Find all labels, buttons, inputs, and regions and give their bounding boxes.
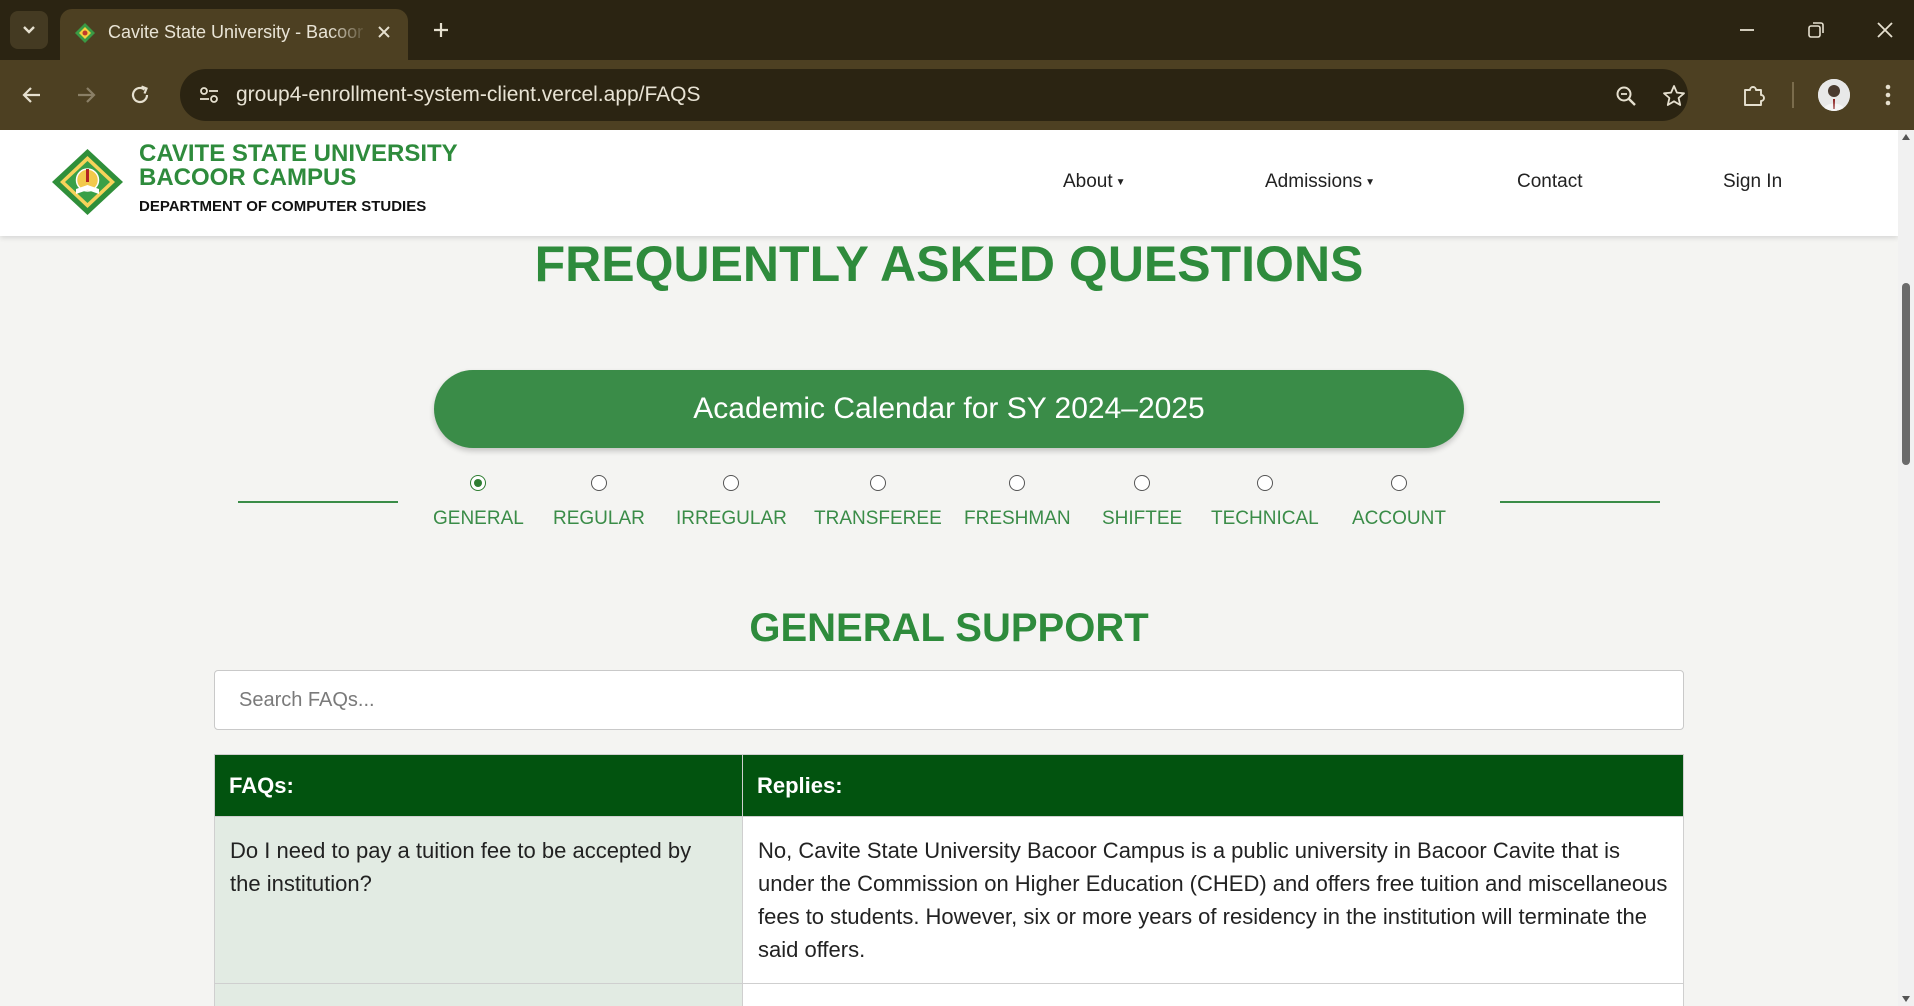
category-option-shiftee[interactable]: SHIFTEE bbox=[1102, 475, 1182, 530]
decorative-line-right bbox=[1500, 501, 1660, 503]
department-name: DEPARTMENT OF COMPUTER STUDIES bbox=[139, 198, 427, 215]
tab-search-button[interactable] bbox=[10, 11, 48, 49]
category-option-freshman[interactable]: FRESHMAN bbox=[964, 475, 1071, 530]
category-option-irregular[interactable]: IRREGULAR bbox=[676, 475, 787, 530]
tab-title: Cavite State University - Bacoor Campus bbox=[108, 22, 368, 42]
new-tab-button[interactable] bbox=[424, 13, 458, 47]
category-label: REGULAR bbox=[553, 508, 645, 529]
close-window-button[interactable] bbox=[1862, 8, 1908, 52]
page-title: FREQUENTLY ASKED QUESTIONS bbox=[534, 236, 1364, 292]
zoom-button[interactable] bbox=[1612, 82, 1640, 110]
scroll-up-arrow-icon[interactable] bbox=[1902, 134, 1910, 140]
category-radio[interactable] bbox=[590, 475, 607, 491]
category-label: GENERAL bbox=[433, 508, 524, 529]
restore-button[interactable] bbox=[1793, 8, 1839, 52]
university-logo[interactable] bbox=[50, 147, 125, 217]
faq-question: Do I need to pay a tuition fee to be acc… bbox=[214, 816, 743, 984]
nav-about[interactable]: About ▼ bbox=[1063, 171, 1126, 193]
puzzle-icon bbox=[1744, 86, 1765, 106]
faq-question-partial bbox=[214, 983, 743, 1006]
category-radio[interactable] bbox=[1390, 475, 1407, 491]
category-radio[interactable] bbox=[1134, 475, 1151, 491]
table-row: Do I need to pay a tuition fee to be acc… bbox=[214, 816, 1684, 984]
browser-tab-active[interactable]: Cavite State University - Bacoor Campus bbox=[60, 9, 408, 60]
arrow-right-icon bbox=[78, 87, 96, 103]
brand-name-line2: BACOOR CAMPUS bbox=[139, 164, 357, 191]
category-label: TRANSFEREE bbox=[814, 508, 942, 529]
faq-answer-partial bbox=[742, 983, 1684, 1006]
profile-picture-icon bbox=[1818, 79, 1850, 111]
nav-contact[interactable]: Contact bbox=[1517, 171, 1582, 193]
close-icon bbox=[1877, 22, 1893, 38]
category-label: SHIFTEE bbox=[1102, 508, 1183, 529]
table-row bbox=[214, 983, 1684, 1006]
category-label: TECHNICAL bbox=[1211, 508, 1319, 529]
reload-icon bbox=[131, 85, 149, 104]
nav-about-label: About bbox=[1063, 171, 1113, 192]
profile-avatar[interactable] bbox=[1818, 79, 1850, 111]
faq-search-input[interactable] bbox=[214, 670, 1684, 730]
chevron-down-icon bbox=[23, 26, 35, 34]
category-option-regular[interactable]: REGULAR bbox=[553, 475, 645, 530]
arrow-left-icon bbox=[22, 87, 40, 103]
site-info-button[interactable] bbox=[192, 78, 226, 112]
table-header-replies: Replies: bbox=[742, 754, 1684, 817]
scrollbar-thumb[interactable] bbox=[1902, 283, 1910, 465]
category-option-account[interactable]: ACCOUNT bbox=[1352, 475, 1446, 530]
category-radio[interactable] bbox=[470, 475, 487, 491]
category-option-transferee[interactable]: TRANSFEREE bbox=[814, 475, 942, 530]
toolbar-divider bbox=[1792, 82, 1794, 108]
academic-calendar-button[interactable]: Academic Calendar for SY 2024–2025 bbox=[434, 370, 1464, 448]
table-header-faqs: FAQs: bbox=[214, 754, 743, 817]
extensions-button[interactable] bbox=[1738, 79, 1770, 111]
url-text[interactable]: group4-enrollment-system-client.vercel.a… bbox=[236, 83, 701, 107]
nav-admissions[interactable]: Admissions ▼ bbox=[1265, 171, 1375, 193]
site-header: CAVITE STATE UNIVERSITY BACOOR CAMPUS DE… bbox=[0, 130, 1898, 236]
nav-admissions-label: Admissions bbox=[1265, 171, 1363, 192]
table-header-row: FAQs: Replies: bbox=[214, 754, 1684, 817]
star-icon bbox=[1663, 85, 1685, 106]
scroll-down-arrow-icon[interactable] bbox=[1902, 996, 1910, 1002]
section-title: GENERAL SUPPORT bbox=[749, 606, 1149, 650]
browser-menu-button[interactable] bbox=[1872, 79, 1904, 111]
browser-tab-strip: Cavite State University - Bacoor Campus bbox=[0, 0, 1914, 60]
zoom-icon bbox=[1616, 86, 1636, 106]
browser-toolbar: group4-enrollment-system-client.vercel.a… bbox=[0, 60, 1914, 130]
faq-table: FAQs: Replies: Do I need to pay a tuitio… bbox=[214, 754, 1684, 1006]
brand-name-line1: CAVITE STATE UNIVERSITY bbox=[139, 140, 458, 167]
page-scrollbar[interactable] bbox=[1898, 130, 1914, 1006]
faq-answer: No, Cavite State University Bacoor Campu… bbox=[742, 816, 1684, 984]
nav-sign-in[interactable]: Sign In bbox=[1723, 171, 1782, 193]
tune-icon bbox=[200, 87, 218, 103]
forward-button[interactable] bbox=[68, 77, 104, 113]
category-option-general[interactable]: GENERAL bbox=[433, 475, 524, 530]
tab-close-button[interactable] bbox=[372, 20, 396, 44]
caret-down-icon: ▼ bbox=[1365, 177, 1376, 188]
cvsu-favicon-icon bbox=[75, 23, 95, 43]
kebab-menu-icon bbox=[1885, 84, 1891, 106]
category-radio[interactable] bbox=[1009, 475, 1026, 491]
address-bar[interactable]: group4-enrollment-system-client.vercel.a… bbox=[180, 69, 1688, 121]
close-icon bbox=[378, 26, 390, 38]
category-label: FRESHMAN bbox=[964, 508, 1071, 529]
category-radio[interactable] bbox=[1256, 475, 1273, 491]
category-label: IRREGULAR bbox=[676, 508, 787, 529]
reload-button[interactable] bbox=[122, 77, 158, 113]
page-viewport: CAVITE STATE UNIVERSITY BACOOR CAMPUS DE… bbox=[0, 130, 1898, 1006]
minimize-button[interactable] bbox=[1724, 8, 1770, 52]
bookmark-button[interactable] bbox=[1660, 82, 1688, 110]
plus-icon bbox=[434, 23, 448, 37]
decorative-line-left bbox=[238, 501, 398, 503]
category-radio[interactable] bbox=[723, 475, 740, 491]
back-button[interactable] bbox=[14, 77, 50, 113]
category-label: ACCOUNT bbox=[1352, 508, 1446, 529]
restore-icon bbox=[1808, 22, 1824, 38]
minimize-icon bbox=[1740, 29, 1754, 31]
category-radio[interactable] bbox=[869, 475, 886, 491]
category-option-technical[interactable]: TECHNICAL bbox=[1211, 475, 1319, 530]
caret-down-icon: ▼ bbox=[1115, 177, 1126, 188]
